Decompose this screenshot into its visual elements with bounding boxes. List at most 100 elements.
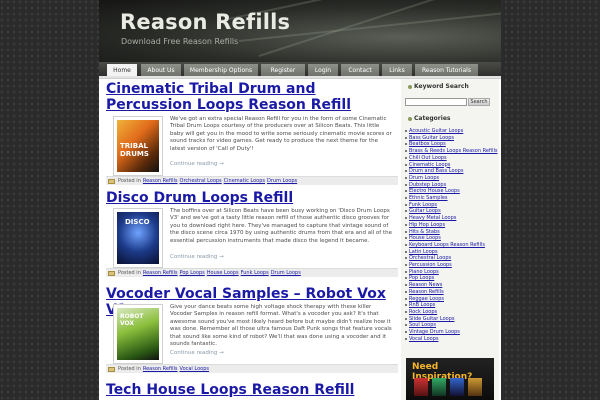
site-description: Download Free Reason Refills xyxy=(121,37,239,46)
site-header: Reason Refills Download Free Reason Refi… xyxy=(99,0,501,62)
category-link[interactable]: Pop Loops xyxy=(180,270,205,276)
category-item[interactable]: Soul Loops xyxy=(405,322,499,329)
category-item[interactable]: Cinematic Loops xyxy=(405,162,499,169)
category-link[interactable]: Vocal Loops xyxy=(180,366,209,372)
category-item[interactable]: Reason News xyxy=(405,282,499,289)
category-link[interactable]: Drum Loops xyxy=(267,178,297,184)
category-item[interactable]: Piano Loops xyxy=(405,269,499,276)
post-thumbnail[interactable]: DISCO xyxy=(113,208,163,268)
post-excerpt: We've got an extra special Reason Refill… xyxy=(170,116,392,152)
main-nav: Home About Us Membership Options Registe… xyxy=(99,62,501,76)
posted-in-label: Posted in xyxy=(118,366,141,372)
post-meta: Posted in Reason Refills Pop Loops House… xyxy=(106,268,398,277)
category-link[interactable]: House Loops xyxy=(207,270,239,276)
category-item[interactable]: House Loops xyxy=(405,235,499,242)
continue-reading-link[interactable]: Continue reading → xyxy=(170,161,224,167)
category-item[interactable]: Vocal Loops xyxy=(405,336,499,343)
page-wrapper: Reason Refills Download Free Reason Refi… xyxy=(99,0,501,400)
inspiration-banner[interactable]: Need Inspiration? xyxy=(406,358,494,400)
continue-reading-link[interactable]: Continue reading → xyxy=(170,254,224,260)
category-item[interactable]: RnB Loops xyxy=(405,302,499,309)
folder-icon xyxy=(108,366,115,372)
category-item[interactable]: Rock Loops xyxy=(405,309,499,316)
category-item[interactable]: Guitar Loops xyxy=(405,208,499,215)
main-content: Cinematic Tribal Drum and Percussion Loo… xyxy=(99,79,399,400)
search-button[interactable]: Search xyxy=(468,98,490,106)
category-item[interactable]: Keyboard Loops Reason Refills xyxy=(405,242,499,249)
post-excerpt: Give your dance beats some high voltage … xyxy=(170,304,392,348)
post-title[interactable]: Cinematic Tribal Drum and Percussion Loo… xyxy=(106,81,398,113)
category-item[interactable]: Drum and Bass Loops xyxy=(405,168,499,175)
folder-icon xyxy=(108,270,115,276)
bullet-icon xyxy=(408,116,412,121)
product-box-image xyxy=(450,378,464,396)
category-link[interactable]: Reason Refills xyxy=(143,366,178,372)
category-link[interactable]: Drum Loops xyxy=(271,270,301,276)
categories-label: Categories xyxy=(414,115,451,122)
nav-links[interactable]: Links xyxy=(382,64,412,76)
post-meta: Posted in Reason Refills Orchestral Loop… xyxy=(106,176,398,185)
continue-reading-link[interactable]: Continue reading → xyxy=(170,350,224,356)
category-item[interactable]: Acoustic Guitar Loops xyxy=(405,128,499,135)
sidebar: Keyword Search Search Categories Acousti… xyxy=(401,79,499,400)
category-link[interactable]: Funk Loops xyxy=(241,270,269,276)
category-item[interactable]: Ethnic Samples xyxy=(405,195,499,202)
post: Disco Drum Loops Refill DISCO The boffin… xyxy=(106,190,398,286)
nav-register[interactable]: Register xyxy=(261,64,305,76)
category-link[interactable]: Reason Refills xyxy=(143,270,178,276)
category-item[interactable]: Vintage Drum Loops xyxy=(405,329,499,336)
category-item[interactable]: Funk Loops xyxy=(405,202,499,209)
post-title[interactable]: Disco Drum Loops Refill xyxy=(106,190,398,206)
category-item[interactable]: Pop Loops xyxy=(405,275,499,282)
category-item[interactable]: Slide Guitar Loops xyxy=(405,316,499,323)
nav-membership-options[interactable]: Membership Options xyxy=(184,64,258,76)
posted-in-label: Posted in xyxy=(118,178,141,184)
nav-login[interactable]: Login xyxy=(308,64,338,76)
category-item[interactable]: Drum Loops xyxy=(405,175,499,182)
post-thumbnail[interactable]: TRIBAL DRUMS xyxy=(113,116,163,176)
post-excerpt: The boffins over at Silicon Beats have b… xyxy=(170,208,392,244)
thumb-label: ROBOT VOX xyxy=(120,313,144,327)
category-item[interactable]: Percussion Loops xyxy=(405,262,499,269)
category-link[interactable]: Orchestral Loops xyxy=(180,178,222,184)
site-title[interactable]: Reason Refills xyxy=(120,10,290,34)
category-link[interactable]: Cinematic Loops xyxy=(224,178,265,184)
category-item[interactable]: Reason Refills xyxy=(405,289,499,296)
category-item[interactable]: Brass & Reeds Loops Reason Refills xyxy=(405,148,499,155)
nav-home[interactable]: Home xyxy=(107,64,137,76)
categories-heading: Categories xyxy=(408,115,450,122)
folder-icon xyxy=(108,178,115,184)
nav-reason-tutorials[interactable]: Reason Tutorials xyxy=(415,64,478,76)
posted-in-label: Posted in xyxy=(118,270,141,276)
post: Vocoder Vocal Samples – Robot Vox V1 ROB… xyxy=(106,286,398,382)
thumb-label: TRIBAL DRUMS xyxy=(120,142,149,158)
product-box-image xyxy=(432,378,446,396)
category-link[interactable]: Reason Refills xyxy=(143,178,178,184)
category-item[interactable]: Hits & Stabs xyxy=(405,229,499,236)
category-item[interactable]: Latin Loops xyxy=(405,249,499,256)
category-item[interactable]: Hip Hop Loops xyxy=(405,222,499,229)
nav-about-us[interactable]: About Us xyxy=(141,64,181,76)
keyword-search-heading: Keyword Search xyxy=(408,83,469,90)
category-item[interactable]: Bass Guitar Loops xyxy=(405,135,499,142)
category-item[interactable]: Dubstep Loops xyxy=(405,182,499,189)
category-item[interactable]: Heavy Metal Loops xyxy=(405,215,499,222)
bullet-icon xyxy=(408,84,412,89)
category-item[interactable]: Orchestral Loops xyxy=(405,255,499,262)
nav-contact[interactable]: Contact xyxy=(341,64,379,76)
category-list: Acoustic Guitar Loops Bass Guitar Loops … xyxy=(405,128,499,343)
post-meta: Posted in Reason Refills Vocal Loops xyxy=(106,364,398,373)
product-box-image xyxy=(468,378,482,396)
post: Cinematic Tribal Drum and Percussion Loo… xyxy=(106,81,398,185)
post: Tech House Loops Reason Refill xyxy=(106,382,398,400)
category-item[interactable]: Reggae Loops xyxy=(405,296,499,303)
keyword-search-label: Keyword Search xyxy=(414,83,469,90)
category-item[interactable]: Electro House Loops xyxy=(405,188,499,195)
post-title[interactable]: Tech House Loops Reason Refill xyxy=(106,382,398,398)
category-item[interactable]: Chill Out Loops xyxy=(405,155,499,162)
product-box-image xyxy=(414,378,428,396)
post-thumbnail[interactable]: ROBOT VOX xyxy=(113,304,163,364)
thumb-label: DISCO xyxy=(125,218,150,226)
category-item[interactable]: Beatbox Loops xyxy=(405,141,499,148)
search-input[interactable] xyxy=(405,98,467,106)
